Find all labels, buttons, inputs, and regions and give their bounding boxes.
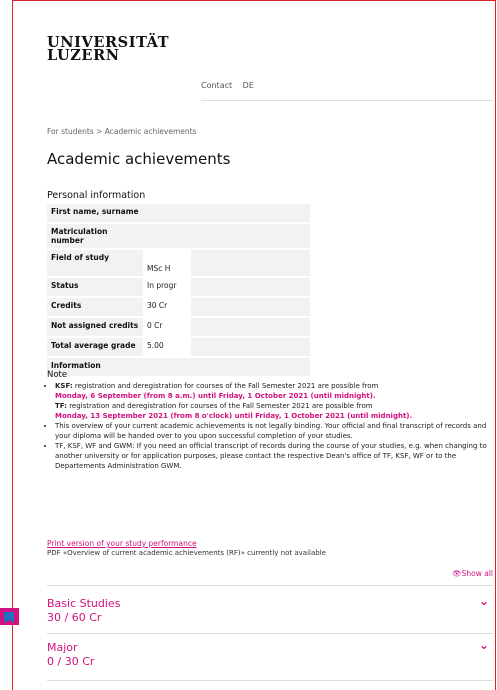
- divider: [47, 585, 493, 586]
- top-nav: Contact DE: [201, 81, 262, 90]
- frame-top-border: [12, 0, 496, 1]
- divider: [47, 680, 493, 681]
- university-logo[interactable]: UNIVERSITÄT LUZERN: [47, 35, 169, 63]
- show-all-button[interactable]: 👁Show all: [452, 569, 493, 578]
- chevron-down-icon[interactable]: ⌄: [479, 638, 489, 652]
- contact-link[interactable]: Contact: [201, 81, 232, 90]
- row-label: Total average grade: [47, 337, 143, 358]
- print-version-link[interactable]: Print version of your study performance: [47, 539, 197, 548]
- accordion-title: Major: [47, 641, 78, 654]
- list-item: This overview of your current academic a…: [55, 421, 497, 441]
- table-row: Credits 30 Cr: [47, 297, 310, 318]
- list-item: KSF: registration and deregistration for…: [55, 381, 497, 421]
- tf-dates: Monday, 13 September 2021 (from 8 o'cloc…: [55, 412, 413, 420]
- accordion-credits: 30 / 60 Cr: [47, 611, 102, 624]
- personal-info-table: First name, surname Matriculation number…: [47, 204, 310, 378]
- divider: [47, 633, 493, 634]
- top-nav-divider: [201, 100, 493, 101]
- ksf-dates: Monday, 6 September (from 8 a.m.) until …: [55, 392, 376, 400]
- frame-left-border: [12, 0, 13, 690]
- row-value: [143, 204, 191, 224]
- row-label: Credits: [47, 297, 143, 318]
- row-label: Field of study: [47, 249, 143, 278]
- ksf-text: registration and deregistration for cour…: [72, 382, 379, 390]
- row-label: Matriculation number: [47, 223, 143, 250]
- tf-text: registration and deregistration for cour…: [66, 402, 373, 410]
- row-value: In progr: [143, 277, 191, 298]
- accordion-basic-studies[interactable]: Basic Studies 30 / 60 Cr: [47, 597, 120, 625]
- accordion-major[interactable]: Major 0 / 30 Cr: [47, 641, 94, 669]
- table-row: Total average grade 5.00: [47, 337, 310, 358]
- pdf-note: PDF «Overview of current academic achiev…: [47, 549, 326, 557]
- bookmark-icon[interactable]: [0, 608, 19, 625]
- accordion-credits: 0 / 30 Cr: [47, 655, 95, 668]
- row-label: Not assigned credits: [47, 317, 143, 338]
- personal-info-title: Personal information: [47, 190, 146, 201]
- ksf-label: KSF:: [55, 382, 73, 390]
- row-label: First name, surname: [47, 204, 143, 224]
- table-row: Matriculation number: [47, 223, 310, 250]
- notes-list: KSF: registration and deregistration for…: [47, 381, 497, 471]
- chevron-down-icon[interactable]: ⌄: [479, 594, 489, 608]
- accordion-title: Basic Studies: [47, 597, 121, 610]
- row-value: MSc H: [143, 249, 191, 278]
- row-value: 0 Cr: [143, 317, 191, 338]
- breadcrumb[interactable]: For students > Academic achievements: [47, 127, 196, 136]
- table-row: Status In progr: [47, 277, 310, 298]
- page-title: Academic achievements: [47, 150, 231, 168]
- row-value: 5.00: [143, 337, 191, 358]
- row-value: [143, 223, 191, 250]
- row-value: 30 Cr: [143, 297, 191, 318]
- show-all-label: Show all: [461, 569, 493, 578]
- table-row: Information: [47, 357, 310, 378]
- row-label: Status: [47, 277, 143, 298]
- frame-right-border: [495, 0, 496, 690]
- tf-label: TF:: [55, 402, 67, 410]
- table-row: Not assigned credits 0 Cr: [47, 317, 310, 338]
- table-row: First name, surname: [47, 204, 310, 224]
- language-switch[interactable]: DE: [243, 81, 254, 90]
- eye-icon: 👁: [452, 569, 462, 578]
- note-title: Note: [47, 370, 68, 380]
- row-value: [143, 357, 191, 378]
- list-item: TF, KSF, WF and GWM: If you need an offi…: [55, 441, 497, 471]
- table-row: Field of study MSc H: [47, 249, 310, 278]
